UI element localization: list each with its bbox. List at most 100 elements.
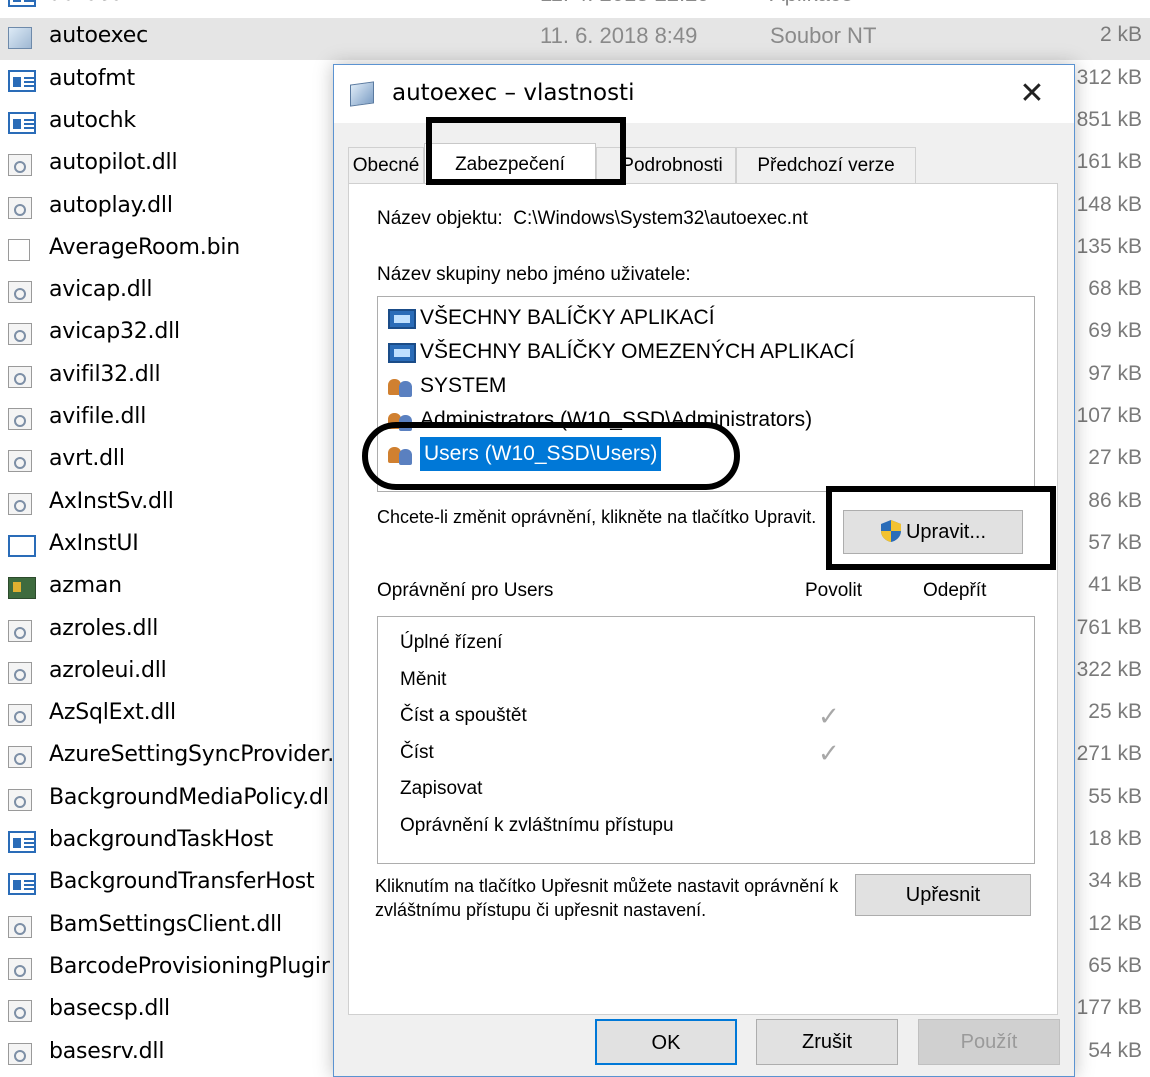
file-name: autoplay.dll [49,192,173,218]
file-row[interactable]: autoexec 11. 6. 2018 8:49 Soubor NT 2 kB [0,18,1150,61]
file-name: azroleui.dll [49,657,167,683]
file-name: autofmt [49,65,135,91]
tab-strip: Obecné Zabezpečení Podrobnosti Předchozí… [334,143,1074,185]
close-button[interactable]: ✕ [1002,71,1062,117]
file-size: 55 kB [1088,784,1142,808]
principal-item[interactable]: SYSTEM [384,369,1030,403]
tab-previous-versions[interactable]: Předchozí verze [736,147,916,183]
permission-row: Zapisovat [400,771,1020,807]
principals-list[interactable]: VŠECHNY BALÍČKY APLIKACÍ VŠECHNY BALÍČKY… [377,296,1035,492]
object-name-value: C:\Windows\System32\autoexec.nt [513,208,808,229]
security-panel: Název objektu: C:\Windows\System32\autoe… [348,183,1058,1015]
dll-icon [8,196,32,219]
file-size: 41 kB [1088,573,1142,597]
dll-icon [8,1042,32,1065]
file-name: AxInstUI [49,530,139,556]
application-icon [8,111,36,134]
file-name: AzureSettingSyncProvider.d [49,742,348,768]
apply-button[interactable]: Použít [918,1019,1060,1065]
file-size: 54 kB [1088,1038,1142,1062]
shield-icon [880,519,901,542]
object-name-label: Název objektu: C:\Windows\System32\autoe… [377,208,808,229]
dll-icon [8,704,32,727]
cancel-button[interactable]: Zrušit [756,1019,898,1065]
advanced-button[interactable]: Upřesnit [855,874,1031,916]
file-size: 57 kB [1088,530,1142,554]
file-size: 97 kB [1088,361,1142,385]
dll-icon [8,957,32,980]
window-icon [8,534,36,557]
dll-icon [8,323,32,346]
tab-security[interactable]: Zabezpečení [424,143,596,185]
principal-item[interactable]: VŠECHNY BALÍČKY OMEZENÝCH APLIKACÍ [384,335,1030,369]
allow-check-icon: ✓ [818,701,840,731]
allow-check-icon: ✓ [818,737,840,768]
dll-icon [8,450,32,473]
properties-dialog: autoexec – vlastnosti ✕ Obecné Zabezpeče… [333,64,1075,1077]
file-size: 69 kB [1088,319,1142,343]
file-row[interactable]: autoconv 11. 4. 2018 22:29 Aplikace 852 kB [0,0,1150,18]
principal-item[interactable]: VŠECHNY BALÍČKY APLIKACÍ [384,301,1030,335]
file-name: azroles.dll [49,615,159,641]
file-type: Aplikace [770,0,853,7]
file-name: BamSettingsClient.dll [49,911,282,937]
file-size: 2 kB [1099,23,1142,47]
file-name: avifil32.dll [49,361,161,387]
file-name: avicap32.dll [49,319,180,345]
dll-icon [8,915,32,938]
nt-file-icon [350,81,374,107]
file-name: basecsp.dll [49,996,170,1022]
permission-name: Číst [400,741,434,763]
file-size: 18 kB [1088,827,1142,850]
permission-row: Číst a spouštět ✓ [400,698,1020,734]
file-size: 271 kB [1076,742,1142,766]
dll-icon [8,1000,32,1023]
users-icon [388,445,416,465]
dll-icon [8,281,32,304]
file-size: 851 kB [1076,107,1142,131]
file-name: BackgroundMediaPolicy.dl [49,784,329,810]
file-size: 161 kB [1076,150,1142,174]
file-size: 12 kB [1088,911,1142,935]
file-name: basesrv.dll [49,1038,165,1064]
dll-icon [8,408,32,430]
file-name: azman [49,573,122,599]
file-size: 761 kB [1076,615,1142,639]
package-icon [388,343,416,363]
permission-name: Oprávnění k zvláštnímu přístupu [400,814,674,836]
principal-item-selected[interactable]: Users (W10_SSD\Users) [384,437,1030,471]
dll-icon [8,788,32,811]
package-icon [388,309,416,329]
file-name: BackgroundTransferHost [49,869,315,895]
file-size: 25 kB [1088,700,1142,724]
dll-icon [8,492,32,515]
file-date: 11. 4. 2018 22:29 [540,0,710,7]
advanced-hint: Kliknutím na tlačítko Upřesnit můžete na… [375,876,839,920]
users-icon [388,411,416,431]
permission-row: Úplné řízení [400,625,1020,661]
file-name: AverageRoom.bin [49,234,241,260]
permission-row: Měnit [400,662,1020,698]
file-size: 177 kB [1076,996,1142,1020]
application-icon [8,873,36,896]
permission-row: Číst ✓ [400,735,1020,771]
dll-icon [8,365,32,388]
edit-button[interactable]: Upravit... [843,510,1023,554]
dll-icon [8,746,32,769]
tab-details[interactable]: Podrobnosti [596,147,736,183]
dialog-titlebar[interactable]: autoexec – vlastnosti ✕ [334,65,1074,123]
file-name: avicap.dll [49,277,153,303]
ok-button[interactable]: OK [595,1019,737,1065]
permissions-for-label: Oprávnění pro Users [377,580,554,601]
file-date: 11. 6. 2018 8:49 [540,23,698,49]
deny-header: Odepřít [923,580,987,601]
tab-general[interactable]: Obecné [348,147,424,183]
file-name: AzSqlExt.dll [49,700,176,726]
file-size: 135 kB [1076,234,1142,258]
file-name: backgroundTaskHost [49,827,274,852]
change-hint: Chcete-li změnit oprávnění, klikněte na … [377,507,817,527]
principal-item[interactable]: Administrators (W10_SSD\Administrators) [384,403,1030,437]
file-name: autoexec [49,23,149,49]
blank-file-icon [8,238,30,261]
file-size: 107 kB [1076,404,1142,427]
